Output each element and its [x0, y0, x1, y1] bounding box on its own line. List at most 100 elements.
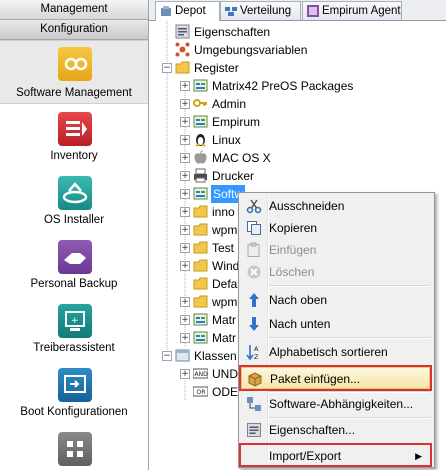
nav-item-treiberassistent[interactable]: + Treiberassistent: [0, 296, 148, 358]
nav-item-software-management[interactable]: Software Management: [0, 40, 148, 104]
tree-node-label: wpm: [212, 223, 238, 237]
tree-node-umgebungsvariablen[interactable]: Umgebungsvariablen: [149, 41, 439, 59]
personal-backup-icon: [58, 240, 92, 274]
menu-item-label: Nach unten: [269, 317, 331, 331]
package-icon: [193, 78, 208, 93]
tree-node-label: Admin: [212, 97, 247, 111]
expand-icon[interactable]: +: [180, 225, 190, 235]
tree-node-register[interactable]: − Register: [149, 59, 439, 77]
expand-icon[interactable]: +: [180, 315, 190, 325]
tab-label: Empirum Agent: [322, 5, 401, 17]
menu-item-label: Eigenschaften...: [269, 423, 356, 437]
inventory-icon: [58, 112, 92, 146]
tree-node-label: Linux: [212, 133, 241, 147]
menu-item-loeschen[interactable]: Löschen: [241, 261, 430, 283]
expand-icon[interactable]: +: [180, 261, 190, 271]
expand-icon[interactable]: +: [180, 243, 190, 253]
menu-item-nach-unten[interactable]: Nach unten: [241, 313, 430, 335]
menu-item-label: Alphabetisch sortieren: [269, 345, 388, 359]
collapse-icon[interactable]: −: [162, 351, 172, 361]
menu-item-ausschneiden[interactable]: Ausschneiden: [241, 195, 430, 217]
menu-item-label: Löschen: [269, 265, 315, 279]
menu-item-label: Nach oben: [269, 293, 328, 307]
expand-icon[interactable]: +: [180, 189, 190, 199]
os-installer-icon: [58, 176, 92, 210]
nav-header-konfiguration[interactable]: Konfiguration: [0, 20, 148, 40]
folder-icon: [175, 60, 190, 75]
annotation-highlight-import-export: [239, 443, 432, 467]
expand-icon[interactable]: +: [180, 117, 190, 127]
expand-icon[interactable]: +: [180, 81, 190, 91]
left-navigation: Management Konfiguration Software Manage…: [0, 0, 149, 470]
nav-item-label: Personal Backup: [30, 278, 118, 290]
menu-item-label: Software-Abhängigkeiten...: [269, 397, 414, 411]
and-icon: AND: [192, 366, 209, 381]
tree-node-label: Matrix42 PreOS Packages: [212, 79, 354, 93]
expand-icon[interactable]: +: [180, 333, 190, 343]
menu-item-alphabetisch-sortieren[interactable]: AZ Alphabetisch sortieren: [241, 341, 430, 363]
tree-node-eigenschaften[interactable]: Eigenschaften: [149, 23, 439, 41]
tree-node-label: Umgebungsvariablen: [194, 43, 308, 57]
expand-icon[interactable]: +: [180, 207, 190, 217]
svg-text:A: A: [254, 345, 259, 353]
nav-item-os-installer[interactable]: OS Installer: [0, 168, 148, 230]
linux-icon: [193, 132, 208, 147]
tree-node-empirum[interactable]: + Empirum: [149, 113, 439, 131]
tree-node-label: Test: [212, 241, 235, 255]
expand-icon[interactable]: +: [180, 171, 190, 181]
nav-item-label: Inventory: [50, 150, 98, 162]
or-icon: OR: [192, 384, 209, 399]
properties-icon: [246, 422, 262, 438]
nav-header-management[interactable]: Management: [0, 0, 148, 20]
tree-node-label: UND: [212, 367, 238, 381]
tab-label: Verteilung: [240, 5, 292, 17]
nav-item-label: Boot Konfigurationen: [20, 406, 128, 418]
apple-icon: [193, 150, 208, 165]
tree-node-drucker[interactable]: + Drucker: [149, 167, 439, 185]
nav-item-inventory[interactable]: Inventory: [0, 104, 148, 166]
menu-item-eigenschaften[interactable]: Eigenschaften...: [241, 419, 430, 441]
tree-node-admin[interactable]: + Admin: [149, 95, 439, 113]
tree-node-linux[interactable]: + Linux: [149, 131, 439, 149]
tree-node-label: Klassen: [194, 349, 237, 363]
tree-node-mac-os-x[interactable]: + MAC OS X: [149, 149, 439, 167]
folder-icon: [193, 258, 208, 273]
expand-icon[interactable]: +: [180, 99, 190, 109]
delete-icon: [246, 264, 262, 280]
tree-node-label: wpm: [212, 295, 238, 309]
arrow-down-icon: [246, 316, 262, 332]
tab-verteilung[interactable]: Verteilung: [220, 1, 301, 20]
expand-icon[interactable]: +: [180, 369, 190, 379]
menu-item-label: Ausschneiden: [269, 199, 345, 213]
expand-icon[interactable]: +: [180, 297, 190, 307]
copy-icon: [246, 220, 262, 236]
menu-item-label: Einfügen: [269, 243, 317, 257]
menu-item-nach-oben[interactable]: Nach oben: [241, 289, 430, 311]
tab-empirum-agent[interactable]: Empirum Agent: [302, 1, 402, 20]
nav-item-label: OS Installer: [43, 214, 105, 226]
menu-item-einfuegen[interactable]: Einfügen: [241, 239, 430, 261]
nav-item-boot-konfigurationen[interactable]: Boot Konfigurationen: [0, 360, 148, 422]
dependencies-icon: [246, 396, 262, 412]
collapse-icon[interactable]: −: [162, 63, 172, 73]
verteilung-icon: [225, 5, 237, 17]
grid-icon: [58, 432, 92, 466]
menu-item-software-abhaengigkeiten[interactable]: Software-Abhängigkeiten...: [241, 393, 430, 415]
nav-item-personal-backup[interactable]: Personal Backup: [0, 232, 148, 294]
menu-separator: [269, 285, 430, 287]
annotation-highlight-paket: [239, 365, 432, 391]
expand-icon[interactable]: +: [180, 135, 190, 145]
properties-icon: [175, 24, 190, 39]
treiberassistent-icon: +: [58, 304, 92, 338]
tab-label: Depot: [175, 5, 206, 17]
nav-item-more[interactable]: [0, 424, 148, 470]
tree-node-matrix42-preos[interactable]: + Matrix42 PreOS Packages: [149, 77, 439, 95]
menu-item-kopieren[interactable]: Kopieren: [241, 217, 430, 239]
expand-icon[interactable]: +: [180, 153, 190, 163]
tab-depot[interactable]: Depot: [155, 1, 220, 21]
menu-item-label: Kopieren: [269, 221, 318, 235]
tree-node-label: Empirum: [212, 115, 261, 129]
depot-icon: [160, 5, 172, 17]
variables-icon: [175, 42, 190, 57]
nav-item-label: Software Management: [16, 87, 132, 99]
